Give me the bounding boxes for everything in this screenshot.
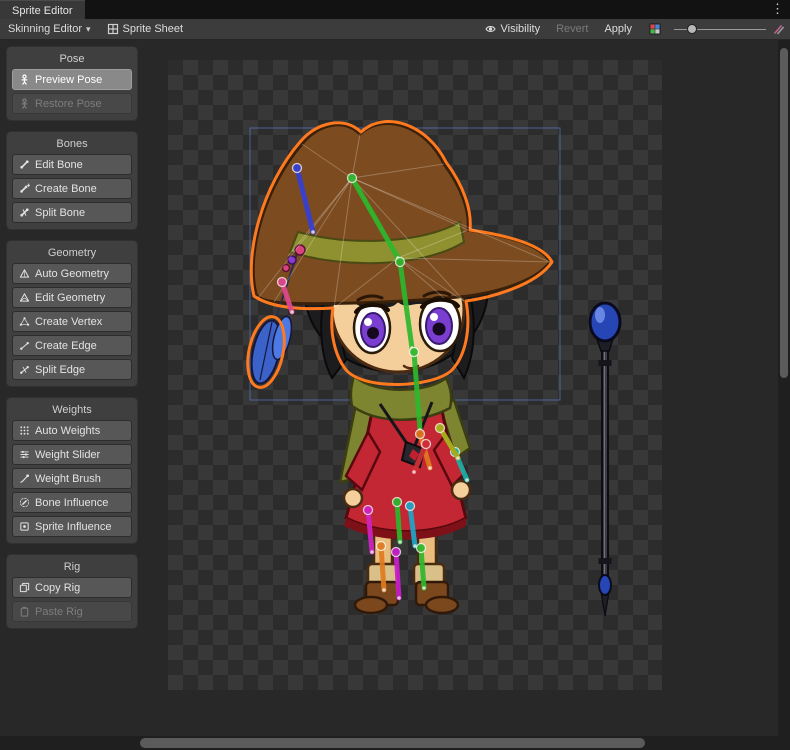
pose-icon [19, 74, 30, 85]
paste-rig-button[interactable]: Paste Rig [12, 601, 132, 622]
scarf-front [351, 376, 451, 420]
panel-weights-title: Weights [12, 404, 132, 416]
slider-thumb[interactable] [687, 24, 697, 34]
sprite-sheet-button[interactable]: Sprite Sheet [99, 19, 192, 39]
copy-icon [19, 582, 30, 593]
restore-pose-label: Restore Pose [35, 98, 102, 110]
panel-weights: Weights Auto Weights [6, 397, 138, 544]
create-bone-button[interactable]: Create Bone [12, 178, 132, 199]
bone-influence-button[interactable]: Bone Influence [12, 492, 132, 513]
alpha-handle-button[interactable] [770, 19, 790, 39]
preview-pose-label: Preview Pose [35, 74, 102, 86]
split-edge-label: Split Edge [35, 364, 85, 376]
panel-geometry: Geometry Auto Geometry Edit Geometry [6, 240, 138, 387]
create-bone-label: Create Bone [35, 183, 97, 195]
scrollbar-corner [778, 736, 790, 750]
edge-icon [19, 340, 30, 351]
weight-slider-icon [19, 449, 30, 460]
panel-pose-title: Pose [12, 53, 132, 65]
create-edge-button[interactable]: Create Edge [12, 335, 132, 356]
create-edge-label: Create Edge [35, 340, 97, 352]
mesh-edit-icon [19, 292, 30, 303]
tool-sidebar: Pose Preview Pose Restore Pose Bo [6, 46, 138, 629]
sprite-influence-label: Sprite Influence [35, 521, 111, 533]
edit-geometry-label: Edit Geometry [35, 292, 105, 304]
mesh-icon [19, 268, 30, 279]
vertical-scrollbar[interactable] [778, 40, 790, 736]
mode-dropdown-label: Skinning Editor [8, 23, 82, 35]
mode-dropdown[interactable]: Skinning Editor ▾ [0, 19, 99, 39]
weight-slider-button[interactable]: Weight Slider [12, 444, 132, 465]
weights-grid-icon [19, 425, 30, 436]
create-vertex-label: Create Vertex [35, 316, 102, 328]
vertical-scrollbar-thumb[interactable] [780, 48, 788, 378]
restore-pose-button[interactable]: Restore Pose [12, 93, 132, 114]
copy-rig-label: Copy Rig [35, 582, 80, 594]
bone-influence-label: Bone Influence [35, 497, 108, 509]
canvas-viewport[interactable] [168, 60, 662, 690]
restore-pose-icon [19, 98, 30, 109]
sprite-sheet-label: Sprite Sheet [123, 23, 184, 35]
tab-sprite-editor[interactable]: Sprite Editor [0, 0, 85, 20]
panel-pose: Pose Preview Pose Restore Pose [6, 46, 138, 121]
right-hand [452, 481, 470, 499]
brush-icon [19, 473, 30, 484]
edit-geometry-button[interactable]: Edit Geometry [12, 287, 132, 308]
create-vertex-button[interactable]: Create Vertex [12, 311, 132, 332]
diagonal-stripes-icon [772, 23, 784, 35]
edge-split-icon [19, 364, 30, 375]
apply-button[interactable]: Apply [596, 19, 640, 39]
revert-label: Revert [556, 23, 588, 35]
staff-sprite[interactable] [590, 303, 620, 616]
alpha-zoom-slider[interactable] [674, 19, 766, 39]
weight-slider-label: Weight Slider [35, 449, 100, 461]
tab-title: Sprite Editor [12, 5, 73, 17]
paste-rig-label: Paste Rig [35, 606, 83, 618]
window-menu-icon[interactable]: ⋮ [771, 1, 784, 17]
sprite-influence-icon [19, 521, 30, 532]
horizontal-scrollbar-thumb[interactable] [140, 738, 645, 748]
rgb-grid-icon [648, 22, 662, 36]
weight-brush-label: Weight Brush [35, 473, 101, 485]
panel-rig-title: Rig [12, 561, 132, 573]
revert-button[interactable]: Revert [548, 19, 596, 39]
preview-pose-button[interactable]: Preview Pose [12, 69, 132, 90]
bone-split-icon [19, 207, 30, 218]
bone-plus-icon [19, 183, 30, 194]
bone-icon [19, 159, 30, 170]
panel-bones: Bones Edit Bone Cr [6, 131, 138, 230]
split-bone-label: Split Bone [35, 207, 85, 219]
clipboard-icon [19, 606, 30, 617]
auto-weights-button[interactable]: Auto Weights [12, 420, 132, 441]
panel-rig: Rig Copy Rig Paste Rig [6, 554, 138, 629]
panel-geometry-title: Geometry [12, 247, 132, 259]
chevron-down-icon: ▾ [86, 24, 91, 35]
horizontal-scrollbar[interactable] [0, 736, 778, 750]
split-edge-button[interactable]: Split Edge [12, 359, 132, 380]
split-bone-button[interactable]: Split Bone [12, 202, 132, 223]
eye-icon [484, 23, 497, 35]
auto-geometry-button[interactable]: Auto Geometry [12, 263, 132, 284]
panel-bones-title: Bones [12, 138, 132, 150]
visibility-button[interactable]: Visibility [476, 19, 549, 39]
sprite-influence-button[interactable]: Sprite Influence [12, 516, 132, 537]
edit-bone-button[interactable]: Edit Bone [12, 154, 132, 175]
edit-bone-label: Edit Bone [35, 159, 83, 171]
visibility-label: Visibility [501, 23, 541, 35]
apply-label: Apply [604, 23, 632, 35]
color-channels-button[interactable] [640, 19, 670, 39]
tab-bar: Sprite Editor ⋮ [0, 0, 790, 19]
vertex-icon [19, 316, 30, 327]
sprite-editor-window: Sprite Editor ⋮ Skinning Editor ▾ Sprite… [0, 0, 790, 750]
copy-rig-button[interactable]: Copy Rig [12, 577, 132, 598]
left-hand [344, 489, 362, 507]
character-sprite[interactable] [242, 122, 552, 613]
auto-geometry-label: Auto Geometry [35, 268, 109, 280]
toolbar: Skinning Editor ▾ Sprite Sheet Visibilit… [0, 19, 790, 40]
bone-influence-icon [19, 497, 30, 508]
grid-icon [107, 23, 119, 35]
auto-weights-label: Auto Weights [35, 425, 100, 437]
weight-brush-button[interactable]: Weight Brush [12, 468, 132, 489]
canvas-artwork [168, 60, 662, 690]
